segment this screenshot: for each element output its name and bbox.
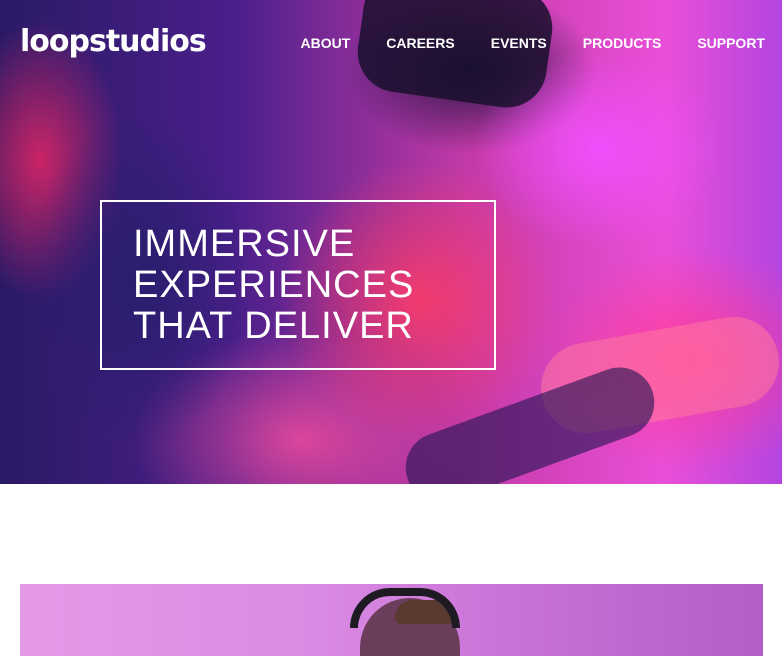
- vr-strap-shape: [350, 588, 460, 628]
- controller-shape: [395, 357, 665, 484]
- nav-link-support[interactable]: SUPPORT: [697, 35, 765, 51]
- nav-link-events[interactable]: EVENTS: [491, 35, 547, 51]
- headline-line-3: THAT DELIVER: [133, 305, 414, 347]
- nav-link-products[interactable]: PRODUCTS: [583, 35, 662, 51]
- hero-section: loopstudios ABOUT CAREERS EVENTS PRODUCT…: [0, 0, 782, 484]
- headline-line-2: EXPERIENCES: [133, 264, 415, 306]
- headline-box: IMMERSIVE EXPERIENCES THAT DELIVER: [100, 200, 496, 370]
- nav-link-careers[interactable]: CAREERS: [386, 35, 454, 51]
- site-header: loopstudios ABOUT CAREERS EVENTS PRODUCT…: [20, 22, 765, 66]
- headline-line-1: IMMERSIVE: [133, 223, 356, 265]
- vr-feature-image: [20, 584, 763, 656]
- hero-headline: IMMERSIVE EXPERIENCES THAT DELIVER: [133, 224, 414, 347]
- logo[interactable]: loopstudios: [20, 22, 207, 62]
- main-nav: ABOUT CAREERS EVENTS PRODUCTS SUPPORT: [300, 35, 765, 51]
- nav-link-about[interactable]: ABOUT: [300, 35, 350, 51]
